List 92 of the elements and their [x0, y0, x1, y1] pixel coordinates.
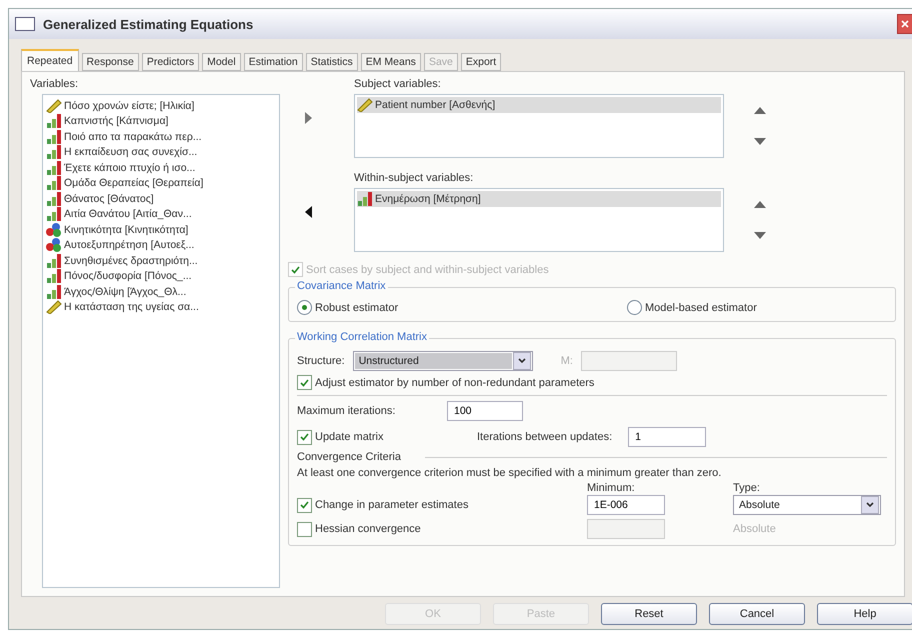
bar-chart-icon: [46, 269, 62, 284]
close-icon: [901, 20, 909, 28]
tab[interactable]: Model: [202, 53, 241, 71]
iterations-between-label: Iterations between updates:: [477, 431, 612, 443]
list-label: Within-subject variables:: [354, 172, 474, 184]
circles-icon: [46, 238, 62, 252]
variable-item[interactable]: Η εκπαίδευση σας συνεχίσ...: [46, 144, 276, 160]
subject-variables-list[interactable]: Patient number [Ασθενής]: [354, 94, 724, 158]
structure-dropdown[interactable]: Unstructured: [352, 351, 533, 371]
adjust-estimator-label: Adjust estimator by number of non-redundant parameters: [315, 376, 594, 388]
tab[interactable]: Response: [82, 53, 139, 71]
dialog-button[interactable]: Cancel: [709, 603, 805, 625]
iterations-between-field[interactable]: 1: [628, 427, 706, 447]
dialog-button[interactable]: Help: [817, 603, 912, 625]
tab[interactable]: EM Means: [360, 53, 421, 71]
minimum-field[interactable]: 1E-006: [587, 495, 665, 515]
variable-item[interactable]: Καπνιστής [Κάπνισμα]: [46, 114, 276, 129]
ruler-icon: [357, 98, 373, 112]
type-header: Type:: [733, 482, 760, 494]
max-iterations-field[interactable]: 100: [447, 401, 523, 421]
move-down-icon[interactable]: [754, 138, 766, 145]
variable-item[interactable]: Πόνος/δυσφορία [Πόνος_...: [46, 268, 276, 284]
variables-label: Variables:: [30, 78, 80, 90]
caret-icon: [518, 358, 526, 364]
bar-chart-icon: [46, 192, 62, 206]
max-iterations-label: Maximum iterations:: [297, 405, 396, 417]
checkbox[interactable]: [297, 430, 312, 444]
bar-chart-icon: [46, 114, 62, 128]
variable-item[interactable]: Συνηθισμένες δραστηριότη...: [46, 253, 276, 268]
radio-button[interactable]: [627, 300, 642, 315]
check-icon: [300, 378, 309, 386]
type-dropdown[interactable]: Absolute: [733, 495, 881, 515]
list-label: Subject variables:: [354, 78, 442, 90]
variable-item[interactable]: Έχετε κάποιο πτυχίο ή ισο...: [46, 160, 276, 176]
variable-item[interactable]: Αιτία Θανάτου [Αιτία_Θαν...: [46, 206, 276, 222]
bar-chart-icon: [46, 254, 62, 268]
m-label: M:: [560, 355, 573, 367]
tab[interactable]: Estimation: [244, 53, 303, 71]
type-label: Absolute: [733, 523, 776, 535]
variable-item[interactable]: Ποιό απο τα παρακάτω περ...: [46, 129, 276, 144]
tab[interactable]: Repeated: [21, 49, 79, 71]
window-icon: [15, 17, 35, 31]
structure-label: Structure:: [297, 355, 345, 367]
variable-item[interactable]: Ενημέρωση [Μέτρηση]: [357, 191, 721, 206]
bar-chart-icon: [46, 284, 62, 299]
convergence-note: At least one convergence criterion must be specified with a minimum greater than zero.: [297, 467, 722, 479]
within-subject-variables-list[interactable]: Ενημέρωση [Μέτρηση]: [354, 188, 724, 252]
variable-item[interactable]: Patient number [Ασθενής]: [357, 97, 721, 112]
circles-icon: [46, 222, 62, 237]
move-down-icon[interactable]: [754, 232, 766, 239]
variable-item[interactable]: Ομάδα Θεραπείας [Θεραπεία]: [46, 176, 276, 191]
group-title: Covariance Matrix: [295, 280, 388, 292]
sort-cases-label: Sort cases by subject and within-subject variables: [306, 264, 549, 276]
radio-button[interactable]: [297, 300, 312, 315]
variable-item[interactable]: Κινητικότητα [Κινητικότητα]: [46, 222, 276, 238]
checkbox[interactable]: [297, 375, 312, 390]
variable-item[interactable]: Άγχος/Θλίψη [Άγχος_Θλ...: [46, 284, 276, 300]
variable-item[interactable]: Πόσο χρονών είστε; [Ηλικία]: [46, 98, 276, 114]
variable-item[interactable]: Η κατάσταση της υγείας σα...: [46, 300, 276, 315]
group-title: Convergence Criteria: [297, 451, 401, 463]
ruler-icon: [46, 300, 62, 314]
bar-chart-icon: [46, 176, 62, 190]
window-title: Generalized Estimating Equations: [43, 16, 254, 32]
bar-chart-icon: [46, 130, 62, 144]
criterion-label: Change in parameter estimates: [315, 499, 468, 511]
tab[interactable]: Export: [460, 53, 502, 71]
group-title: Working Correlation Matrix: [295, 331, 430, 343]
tab[interactable]: Predictors: [142, 53, 200, 71]
tab[interactable]: Statistics: [306, 53, 358, 71]
close-button[interactable]: [897, 14, 912, 34]
move-up-icon[interactable]: [754, 201, 766, 208]
variable-item[interactable]: Αυτοεξυπηρέτηση [Αυτοεξ...: [46, 238, 276, 253]
radio-label: Model-based estimator: [645, 302, 757, 314]
caret-icon: [866, 502, 874, 508]
minimum-header: Minimum:: [587, 482, 636, 494]
variables-list[interactable]: [42, 94, 280, 588]
check-icon: [291, 266, 300, 274]
bar-chart-icon: [357, 192, 373, 206]
radio-label: Robust estimator: [315, 302, 398, 314]
dialog-button[interactable]: Reset: [601, 603, 697, 625]
criterion-label: Hessian convergence: [315, 523, 421, 535]
check-icon: [300, 501, 309, 509]
bar-chart-icon: [46, 145, 62, 160]
ruler-icon: [46, 98, 62, 113]
check-icon: [300, 433, 309, 441]
move-up-icon[interactable]: [754, 107, 766, 114]
checkbox[interactable]: [297, 522, 312, 536]
variable-item[interactable]: Θάνατος [Θάνατος]: [46, 191, 276, 206]
bar-chart-icon: [46, 160, 62, 175]
bar-chart-icon: [46, 207, 62, 222]
checkbox[interactable]: [297, 498, 312, 512]
update-matrix-label: Update matrix: [315, 431, 384, 443]
